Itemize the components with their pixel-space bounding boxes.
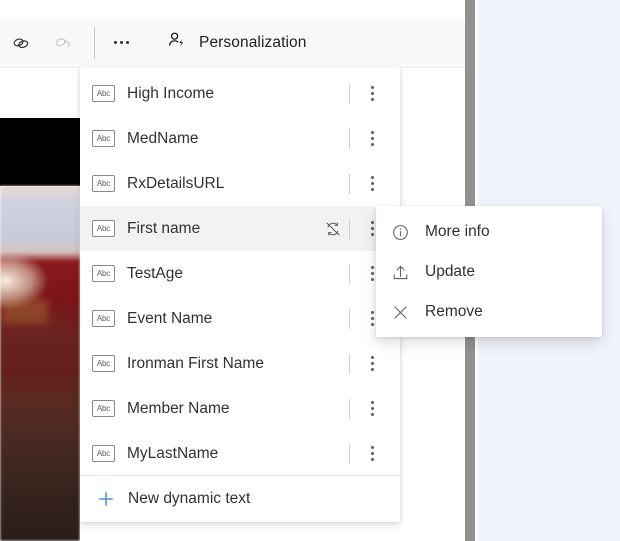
list-item-label: Ironman First Name: [127, 355, 349, 373]
canvas-top-strip: [0, 0, 465, 18]
list-item-label: First name: [127, 220, 323, 238]
row-context-menu: More info Update Remove: [376, 206, 602, 337]
context-menu-item-label: Update: [425, 263, 475, 281]
upload-arrow-icon: [390, 262, 410, 282]
list-item-selected[interactable]: Abc First name: [80, 206, 400, 251]
overflow-menu-button[interactable]: [101, 23, 141, 63]
personalization-label: Personalization: [199, 34, 306, 52]
list-item[interactable]: Abc Event Name: [80, 296, 400, 341]
app-root: Personalization Abc High Income Abc MedN…: [0, 0, 620, 541]
abc-icon-label: Abc: [97, 225, 110, 233]
context-menu-item-label: More info: [425, 223, 490, 241]
abc-icon-label: Abc: [97, 90, 110, 98]
abc-text-icon: Abc: [92, 85, 115, 102]
abc-icon-label: Abc: [97, 270, 110, 278]
abc-icon-label: Abc: [97, 180, 110, 188]
list-item-label: MyLastName: [127, 445, 349, 463]
list-item-label: MedName: [127, 130, 349, 148]
new-dynamic-text-button[interactable]: New dynamic text: [80, 475, 400, 522]
info-circle-icon: [390, 222, 410, 242]
row-separator: [349, 264, 350, 284]
row-more-options-button[interactable]: [358, 76, 386, 112]
abc-icon-label: Abc: [97, 360, 110, 368]
abc-text-icon: Abc: [92, 265, 115, 282]
list-item-label: Member Name: [127, 400, 349, 418]
row-separator: [349, 444, 350, 464]
canvas-photo-image: [0, 186, 80, 541]
canvas-black-block: [0, 118, 80, 186]
list-item[interactable]: Abc Ironman First Name: [80, 341, 400, 386]
context-menu-item-label: Remove: [425, 303, 483, 321]
list-item-label: Event Name: [127, 310, 349, 328]
abc-text-icon: Abc: [92, 310, 115, 327]
row-more-options-button[interactable]: [358, 436, 386, 472]
list-item-label: High Income: [127, 85, 349, 103]
abc-icon-label: Abc: [97, 450, 110, 458]
personalization-button[interactable]: Personalization: [159, 23, 316, 63]
list-item[interactable]: Abc High Income: [80, 71, 400, 116]
new-dynamic-text-label: New dynamic text: [128, 490, 250, 508]
context-menu-item-update[interactable]: Update: [376, 252, 602, 292]
row-separator: [349, 174, 350, 194]
abc-icon-label: Abc: [97, 135, 110, 143]
abc-text-icon: Abc: [92, 220, 115, 237]
row-separator: [349, 84, 350, 104]
row-separator: [349, 354, 350, 374]
abc-text-icon: Abc: [92, 130, 115, 147]
abc-text-icon: Abc: [92, 400, 115, 417]
row-separator: [349, 129, 350, 149]
list-item[interactable]: Abc MedName: [80, 116, 400, 161]
row-more-options-button[interactable]: [358, 346, 386, 382]
person-lightning-icon: [167, 30, 187, 55]
command-bar-separator: [94, 27, 95, 59]
row-separator: [349, 219, 350, 239]
abc-text-icon: Abc: [92, 355, 115, 372]
dynamic-text-dropdown: Abc High Income Abc MedName Abc RxDetail…: [80, 67, 400, 522]
abc-text-icon: Abc: [92, 175, 115, 192]
list-item-label: TestAge: [127, 265, 349, 283]
command-bar: Personalization: [0, 18, 465, 68]
list-item[interactable]: Abc RxDetailsURL: [80, 161, 400, 206]
row-more-options-button[interactable]: [358, 166, 386, 202]
list-item[interactable]: Abc TestAge: [80, 251, 400, 296]
list-item-label: RxDetailsURL: [127, 175, 349, 193]
row-separator: [349, 309, 350, 329]
dynamic-text-list: Abc High Income Abc MedName Abc RxDetail…: [80, 71, 400, 483]
plus-icon: [96, 489, 116, 509]
context-menu-item-remove[interactable]: Remove: [376, 292, 602, 332]
abc-icon-label: Abc: [97, 405, 110, 413]
row-more-options-button[interactable]: [358, 391, 386, 427]
abc-icon-label: Abc: [97, 315, 110, 323]
sync-disabled-icon: [323, 219, 343, 239]
link-icon[interactable]: [0, 23, 42, 63]
row-more-options-button[interactable]: [358, 121, 386, 157]
row-separator: [349, 399, 350, 419]
list-item[interactable]: Abc MyLastName: [80, 431, 400, 476]
abc-text-icon: Abc: [92, 445, 115, 462]
list-item[interactable]: Abc Member Name: [80, 386, 400, 431]
context-menu-item-more-info[interactable]: More info: [376, 212, 602, 252]
close-x-icon: [390, 302, 410, 322]
unlink-icon: [42, 23, 84, 63]
